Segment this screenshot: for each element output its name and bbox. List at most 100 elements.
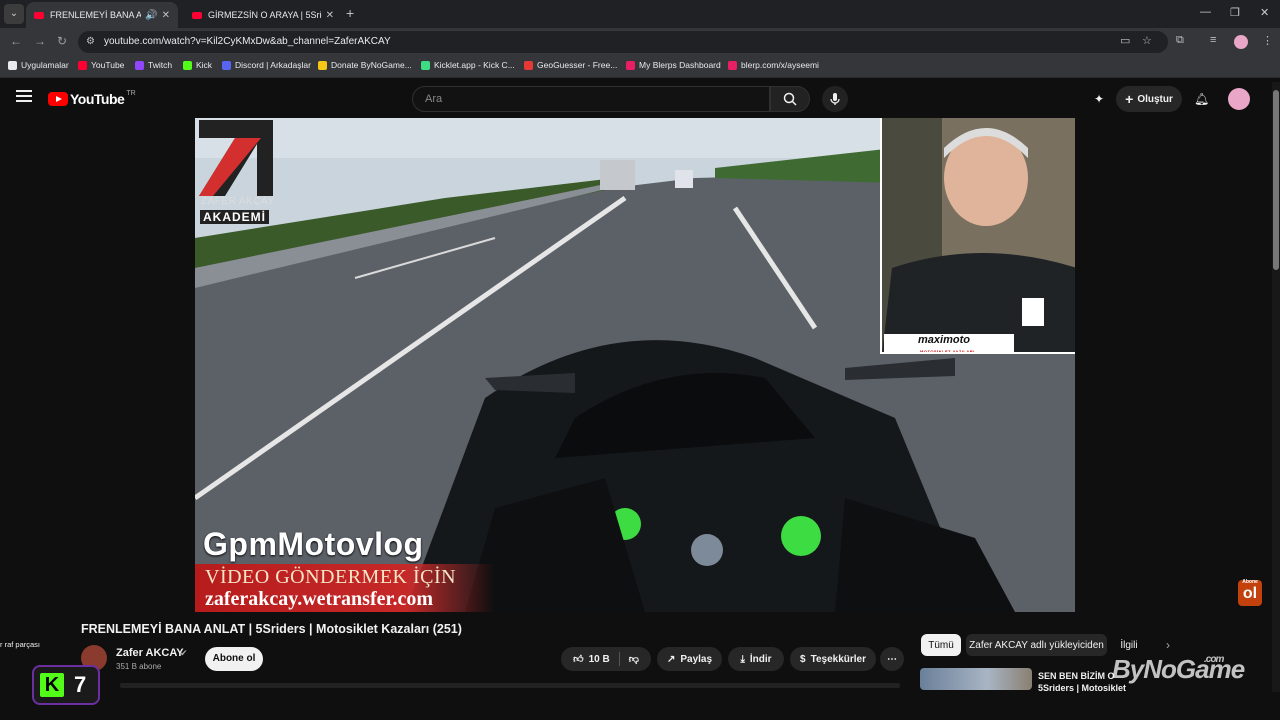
bookmark-blerp-profile[interactable]: blerp.com/x/ayseemi bbox=[728, 60, 819, 70]
overlay-line-1: VİDEO GÖNDERMEK İÇİN bbox=[205, 566, 457, 588]
overlay-line-2: zaferakcay.wetransfer.com bbox=[205, 588, 434, 610]
new-tab-icon[interactable]: + bbox=[346, 5, 354, 21]
menu-icon[interactable] bbox=[16, 90, 32, 104]
reload-icon[interactable]: ↻ bbox=[57, 34, 67, 48]
kick-counter: 7 bbox=[74, 672, 87, 697]
voice-search-button[interactable] bbox=[822, 86, 848, 112]
url-text: youtube.com/watch?v=Kil2CyKMxDw&ab_chann… bbox=[104, 36, 391, 47]
subscriber-count: 351 B abone bbox=[116, 662, 162, 671]
apps-grid-icon bbox=[8, 60, 17, 70]
chip-related[interactable]: İlgili bbox=[1112, 634, 1146, 656]
profile-avatar-icon[interactable] bbox=[1234, 35, 1248, 49]
tab-inactive[interactable]: GİRMEZSİN O ARAYA | 5Sriders ✕ bbox=[184, 2, 342, 28]
thumbs-up-icon: 👍︎ bbox=[573, 654, 584, 665]
youtube-logo[interactable]: YouTube TR bbox=[48, 90, 136, 107]
more-horizontal-icon: ⋯ bbox=[887, 653, 897, 665]
tab-search-menu-icon[interactable]: ⌄ bbox=[4, 4, 24, 24]
tab-title: GİRMEZSİN O ARAYA | 5Sriders bbox=[208, 10, 322, 20]
recommendation-thumbnail[interactable] bbox=[920, 668, 1032, 690]
video-title: FRENLEMEYİ BANA ANLAT | 5Sriders | Motos… bbox=[81, 622, 462, 636]
overlay-brand-text: GpmMotovlog bbox=[203, 526, 424, 562]
more-actions-button[interactable]: ⋯ bbox=[880, 647, 904, 671]
bookmark-donate[interactable]: Donate ByNoGame... bbox=[318, 60, 412, 70]
media-controls-icon[interactable]: ≡ bbox=[1210, 34, 1216, 46]
youtube-play-icon bbox=[48, 92, 68, 106]
youtube-favicon-icon bbox=[192, 11, 202, 19]
youtube-icon bbox=[78, 60, 87, 70]
browser-tab-strip: ⌄ FRENLEMEYİ BANA ANLAT | 5Sriders 🔊 ✕ G… bbox=[0, 0, 1280, 28]
search-icon bbox=[783, 92, 797, 106]
tab-title: FRENLEMEYİ BANA ANLAT | 5Sriders bbox=[50, 10, 142, 20]
like-button[interactable]: 👍︎ 10 B bbox=[573, 653, 610, 666]
minimize-icon[interactable]: — bbox=[1200, 6, 1211, 18]
download-icon: ⤓ bbox=[740, 653, 745, 665]
youtube-header: YouTube TR Ara ✦ + Oluştur 🔔︎ bbox=[0, 80, 1280, 118]
close-window-icon[interactable]: ✕ bbox=[1260, 6, 1269, 19]
kick-icon bbox=[183, 60, 192, 70]
presenter-inset: maximoto MOTOSİKLET YAZILARI bbox=[880, 118, 1075, 354]
kicklet-icon bbox=[421, 60, 430, 70]
geoguesser-icon bbox=[524, 60, 533, 70]
bookmark-discord[interactable]: Discord | Arkadaşlar bbox=[222, 60, 311, 70]
verified-check-icon: ✔ bbox=[180, 648, 188, 658]
page-content-divider bbox=[120, 683, 900, 688]
thanks-button[interactable]: $ Teşekkürler bbox=[790, 647, 876, 671]
search-placeholder: Ara bbox=[425, 93, 443, 105]
share-button[interactable]: ↗ Paylaş bbox=[657, 647, 722, 671]
extensions-icon[interactable]: ⧉ bbox=[1176, 34, 1184, 47]
more-menu-icon[interactable]: ⋮ bbox=[1262, 34, 1273, 47]
close-tab-icon[interactable]: ✕ bbox=[162, 10, 170, 21]
account-avatar[interactable] bbox=[1228, 88, 1250, 110]
tab-active[interactable]: FRENLEMEYİ BANA ANLAT | 5Sriders 🔊 ✕ bbox=[26, 2, 178, 28]
close-tab-icon[interactable]: ✕ bbox=[326, 10, 334, 21]
twitch-icon bbox=[135, 60, 144, 70]
address-bar-row: ← → ↻ ⚙ youtube.com/watch?v=Kil2CyKMxDw&… bbox=[0, 28, 1280, 56]
cast-icon[interactable]: ▭ bbox=[1120, 34, 1130, 47]
chip-from-uploader[interactable]: Zafer AKCAY adlı yükleyiciden bbox=[966, 634, 1107, 656]
share-icon: ↗ bbox=[666, 653, 676, 665]
download-button[interactable]: ⤓ İndir bbox=[728, 647, 784, 671]
scrollbar-thumb[interactable] bbox=[1273, 90, 1279, 270]
donate-icon bbox=[318, 60, 327, 70]
video-player[interactable]: ZAFER AKÇAY AKADEMİ maximoto MOTOSİKLET … bbox=[195, 118, 1075, 612]
search-button[interactable] bbox=[770, 86, 810, 112]
chip-all[interactable]: Tümü bbox=[921, 634, 961, 656]
bookmark-kick[interactable]: Kick bbox=[183, 60, 212, 70]
subscribe-watermark-badge[interactable]: Abone ol bbox=[1238, 579, 1262, 606]
bynogame-watermark: ByNoGame .com bbox=[1112, 654, 1245, 684]
restore-icon[interactable]: ❐ bbox=[1230, 6, 1240, 19]
url-field[interactable]: ⚙ youtube.com/watch?v=Kil2CyKMxDw&ab_cha… bbox=[78, 31, 1168, 53]
chevron-right-icon[interactable]: › bbox=[1166, 638, 1170, 652]
bookmark-youtube[interactable]: YouTube bbox=[78, 60, 124, 70]
bookmark-kicklet[interactable]: Kicklet.app - Kick C... bbox=[421, 60, 515, 70]
speaker-icon[interactable]: 🔊 bbox=[145, 10, 157, 21]
subscribe-button[interactable]: Abone ol bbox=[205, 647, 263, 671]
thanks-dollar-icon: $ bbox=[800, 653, 806, 665]
back-icon[interactable]: ← bbox=[10, 34, 22, 48]
bookmark-geoguesser[interactable]: GeoGuesser - Free... bbox=[524, 60, 617, 70]
bookmark-star-icon[interactable]: ☆ bbox=[1142, 34, 1152, 47]
site-info-icon[interactable]: ⚙ bbox=[86, 36, 95, 47]
forward-icon[interactable]: → bbox=[34, 34, 46, 48]
search-input[interactable]: Ara bbox=[412, 86, 770, 112]
cut-off-side-text: r raf parçası bbox=[0, 640, 41, 649]
like-dislike-group: 👍︎ 10 B 👎︎ bbox=[561, 647, 651, 671]
blerp-icon bbox=[626, 60, 635, 70]
inset-brand-logo: maximoto MOTOSİKLET YAZILARI bbox=[884, 334, 1014, 352]
logo-bottom-text: AKADEMİ bbox=[200, 210, 269, 224]
kick-overlay-badge: K 7 bbox=[32, 665, 100, 705]
plus-icon: + bbox=[1125, 91, 1134, 107]
divider bbox=[618, 652, 620, 666]
page-scrollbar[interactable] bbox=[1272, 82, 1280, 692]
notifications-bell-icon[interactable]: 🔔︎ bbox=[1194, 92, 1209, 106]
create-button[interactable]: + Oluştur bbox=[1116, 86, 1182, 112]
bookmark-blerps[interactable]: My Blerps Dashboard bbox=[626, 60, 721, 70]
bookmark-twitch[interactable]: Twitch bbox=[135, 60, 172, 70]
logo-top-text: ZAFER AKÇAY bbox=[201, 196, 275, 207]
ai-sparkle-icon[interactable]: ✦ bbox=[1094, 92, 1104, 106]
thumbs-down-icon[interactable]: 👎︎ bbox=[629, 653, 639, 665]
presenter-image bbox=[882, 118, 1075, 352]
channel-name[interactable]: Zafer AKCAY bbox=[116, 647, 184, 659]
bookmark-apps[interactable]: Uygulamalar bbox=[8, 60, 69, 70]
blerp-icon bbox=[728, 60, 737, 70]
